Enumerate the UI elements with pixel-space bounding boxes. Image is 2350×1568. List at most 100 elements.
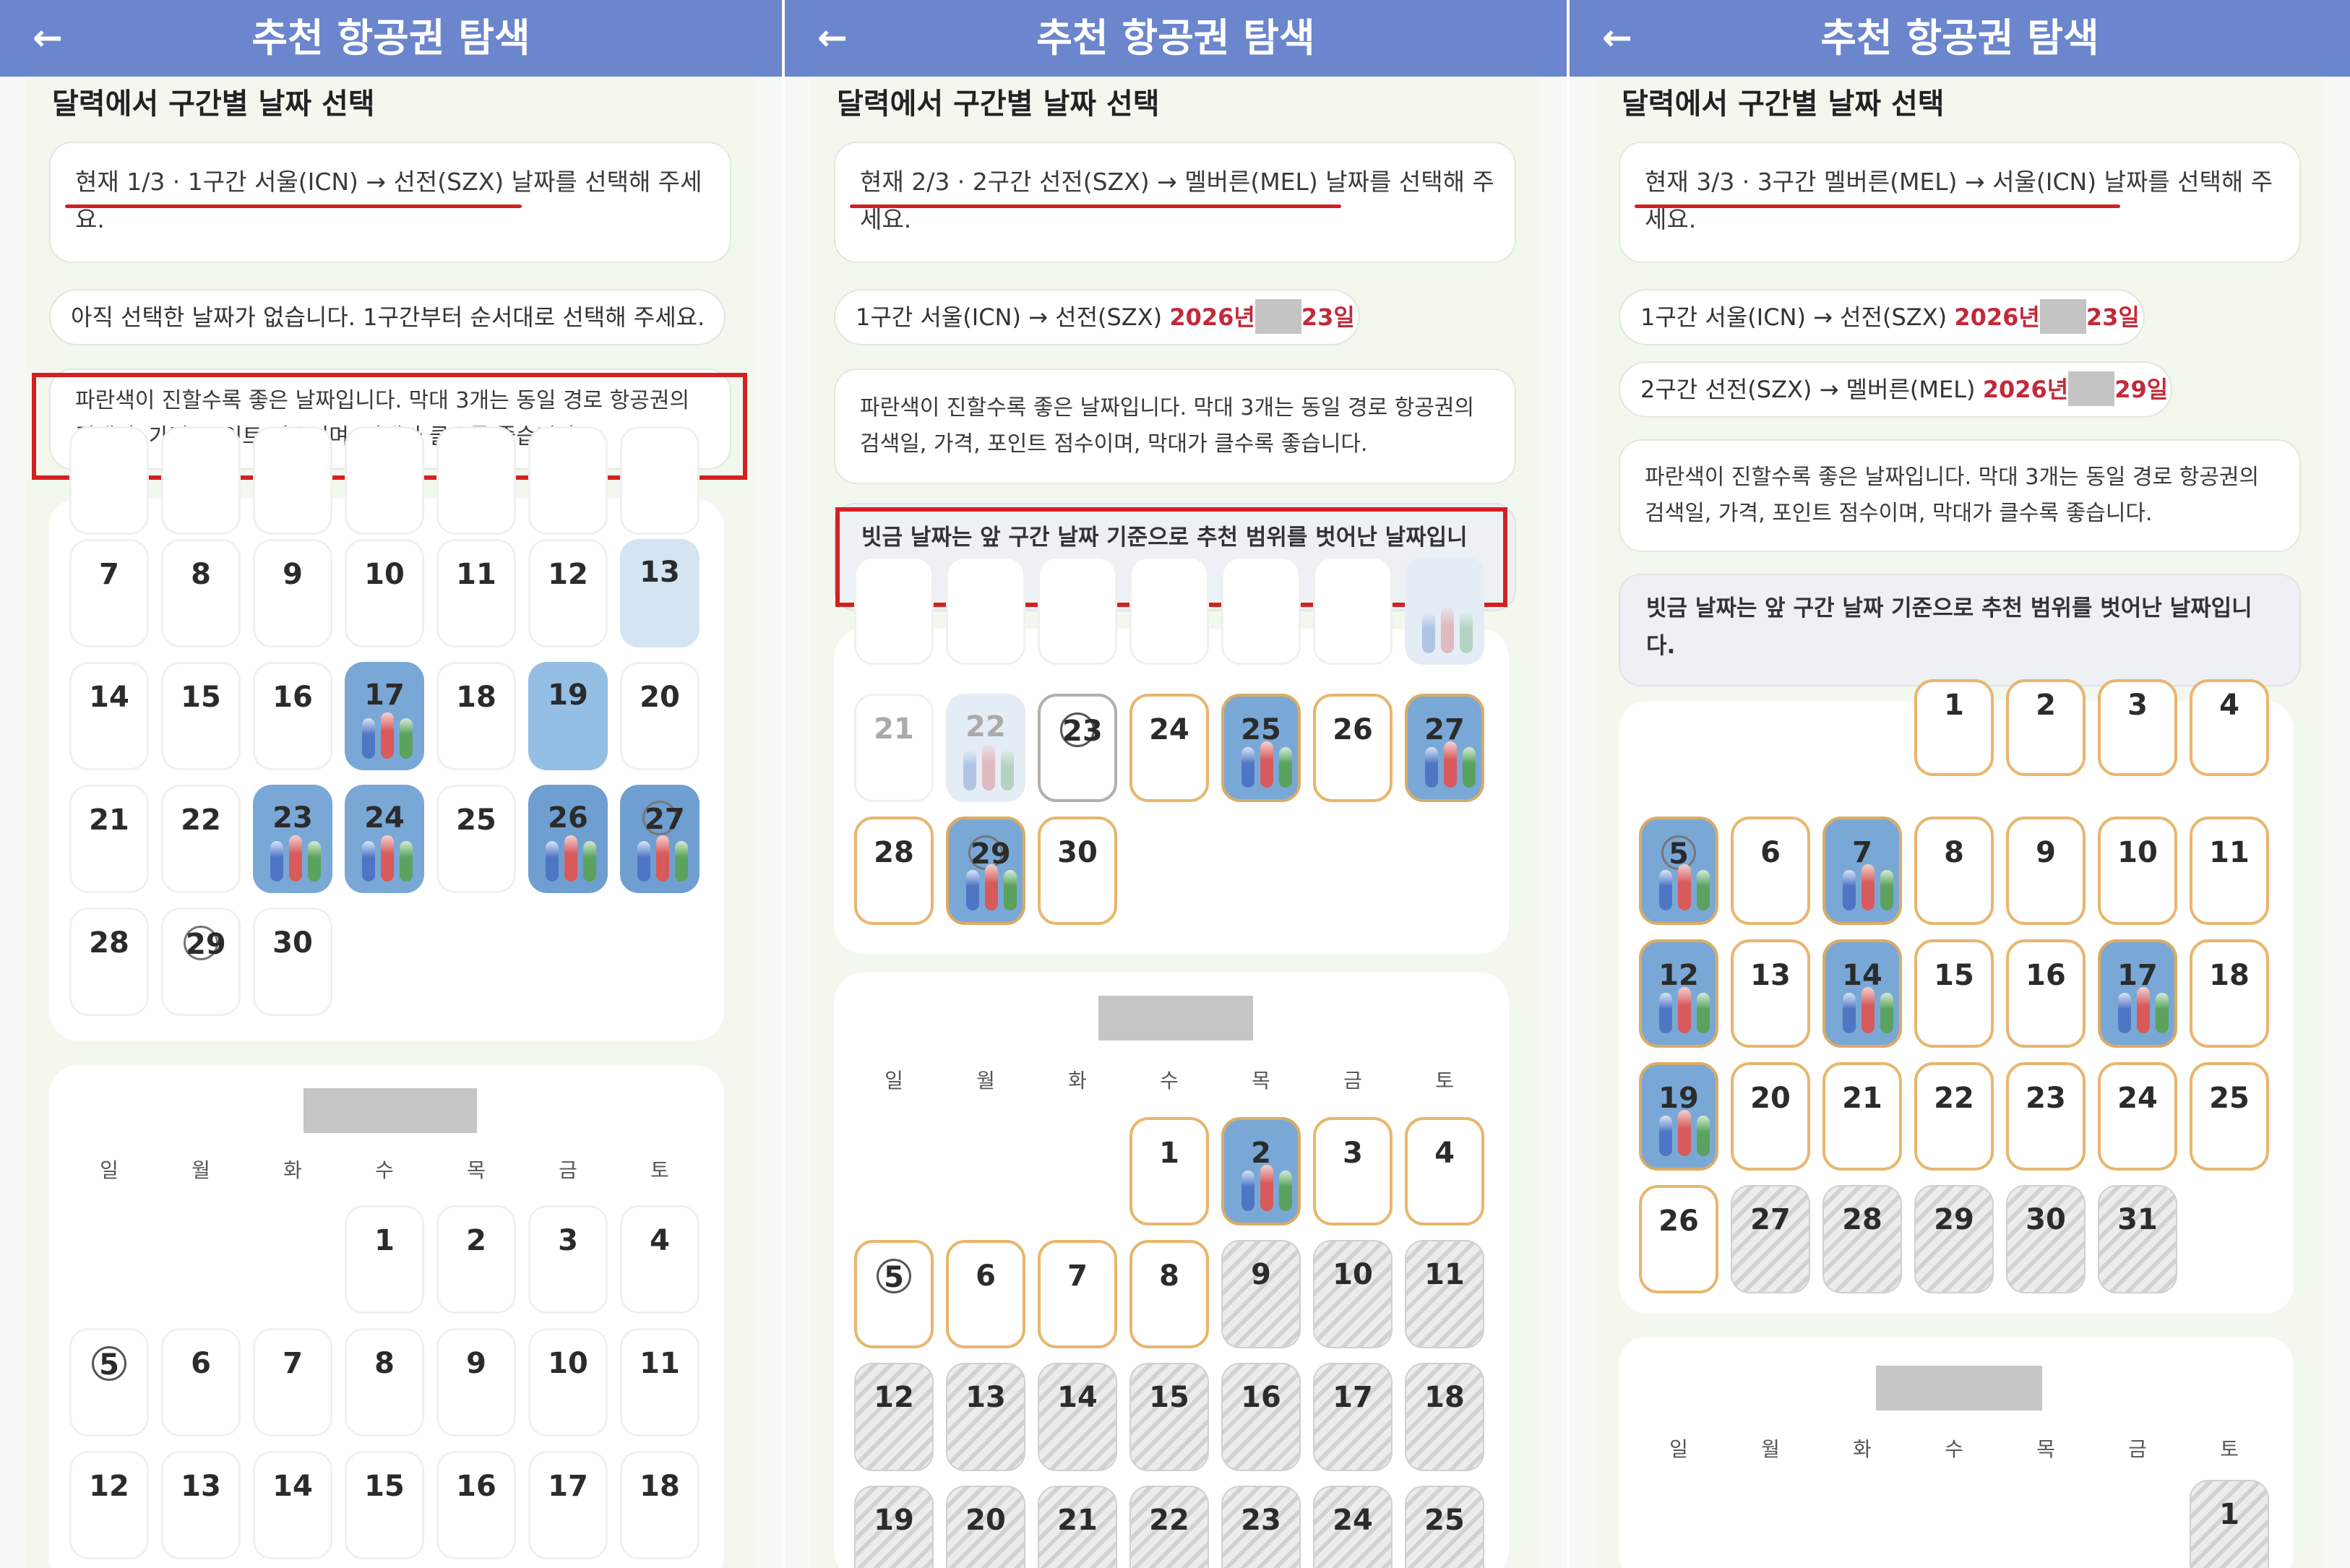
day-cell[interactable]: 27 [1405,694,1484,802]
day-cell[interactable]: 13 [620,539,700,647]
day-cell[interactable]: 26 [528,785,608,893]
day-cell-out-of-range[interactable]: 16 [1221,1363,1301,1471]
day-cell[interactable]: 1 [345,1205,424,1314]
day-cell[interactable]: 21 [1822,1062,1902,1171]
day-cell-out-of-range[interactable]: 31 [2098,1185,2177,1293]
day-cell[interactable]: 6 [946,1240,1025,1348]
day-cell[interactable]: 28 [854,817,934,925]
day-cell[interactable]: 11 [436,539,516,647]
day-cell[interactable]: 1 [1129,1117,1209,1225]
day-cell[interactable]: 10 [528,1328,608,1436]
day-cell-out-of-range[interactable]: 22 [1129,1486,1209,1568]
day-cell[interactable]: 5 [1639,817,1718,925]
day-cell[interactable]: 14 [69,662,149,770]
day-cell[interactable]: 3 [528,1205,608,1314]
day-cell[interactable]: 5 [69,1328,149,1436]
day-cell[interactable]: 9 [253,539,332,647]
day-cell-out-of-range[interactable]: 25 [1405,1486,1484,1568]
day-cell[interactable]: 2 [2006,679,2086,776]
day-cell-out-of-range[interactable]: 28 [1822,1185,1902,1293]
day-cell[interactable]: 15 [161,662,241,770]
day-cell[interactable]: 19 [1639,1062,1718,1171]
day-cell-out-of-range[interactable]: 19 [854,1486,934,1568]
day-cell[interactable]: 17 [345,662,424,770]
day-cell[interactable]: 24 [1129,694,1209,802]
day-cell[interactable]: 22 [946,694,1025,802]
day-cell[interactable]: 10 [345,539,424,647]
day-cell-out-of-range[interactable]: 14 [1038,1363,1117,1471]
day-cell[interactable]: 16 [253,662,332,770]
day-cell[interactable]: 30 [1038,817,1117,925]
day-cell-out-of-range[interactable]: 24 [1313,1486,1393,1568]
day-cell[interactable]: 27 [620,785,700,893]
day-cell[interactable]: 7 [1038,1240,1117,1348]
day-cell[interactable]: 4 [620,1205,700,1314]
day-cell[interactable]: 15 [1914,939,1994,1048]
day-cell[interactable]: 25 [1221,694,1301,802]
day-cell[interactable]: 23 [2006,1062,2086,1171]
day-cell[interactable]: 28 [69,908,149,1016]
selected-leg1-pill[interactable]: 1구간 서울(ICN) → 선전(SZX) 2026년 23일 [834,289,1360,345]
day-cell[interactable]: 15 [345,1451,424,1559]
day-cell[interactable]: 18 [2190,939,2269,1048]
day-cell-out-of-range[interactable]: 1 [2190,1480,2269,1568]
day-cell-out-of-range[interactable]: 20 [946,1486,1025,1568]
day-cell-out-of-range[interactable]: 23 [1221,1486,1301,1568]
day-cell[interactable]: 17 [2098,939,2177,1048]
day-cell[interactable]: 6 [1731,817,1810,925]
day-cell[interactable]: 8 [1129,1240,1209,1348]
day-cell[interactable]: 22 [1914,1062,1994,1171]
day-cell[interactable]: 2 [1221,1117,1301,1225]
day-cell[interactable]: 30 [253,908,332,1016]
day-cell[interactable]: 3 [1313,1117,1393,1225]
day-cell[interactable]: 18 [620,1451,700,1559]
day-cell[interactable]: 16 [2006,939,2086,1048]
day-cell-selected[interactable]: 23 [1038,694,1117,802]
day-cell[interactable]: 29 [946,817,1025,925]
day-cell[interactable]: 18 [436,662,516,770]
day-cell[interactable]: 24 [2098,1062,2177,1171]
day-cell[interactable]: 8 [1914,817,1994,925]
day-cell-out-of-range[interactable]: 13 [946,1363,1025,1471]
day-cell[interactable]: 14 [253,1451,332,1559]
day-cell[interactable]: 8 [161,539,241,647]
day-cell-out-of-range[interactable]: 27 [1731,1185,1810,1293]
day-cell[interactable]: 8 [345,1328,424,1436]
day-cell[interactable]: 14 [1822,939,1902,1048]
day-cell[interactable]: 13 [1731,939,1810,1048]
day-cell[interactable]: 5 [854,1240,934,1348]
day-cell-out-of-range[interactable]: 11 [1405,1240,1484,1348]
day-cell[interactable]: 21 [69,785,149,893]
day-cell-out-of-range[interactable]: 10 [1313,1240,1393,1348]
day-cell[interactable]: 19 [528,662,608,770]
day-cell[interactable]: 25 [2190,1062,2269,1171]
day-cell[interactable]: 20 [620,662,700,770]
day-cell[interactable]: 6 [161,1328,241,1436]
selected-leg1-pill[interactable]: 1구간 서울(ICN) → 선전(SZX) 2026년 23일 [1619,289,2145,345]
day-cell[interactable]: 7 [69,539,149,647]
day-cell[interactable]: 29 [161,908,241,1016]
day-cell-out-of-range[interactable]: 15 [1129,1363,1209,1471]
day-cell[interactable]: 11 [2190,817,2269,925]
day-cell[interactable]: 4 [1405,1117,1484,1225]
day-cell-out-of-range[interactable]: 18 [1405,1363,1484,1471]
day-cell-out-of-range[interactable]: 21 [1038,1486,1117,1568]
day-cell[interactable]: 17 [528,1451,608,1559]
day-cell[interactable]: 9 [436,1328,516,1436]
day-cell-out-of-range[interactable]: 17 [1313,1363,1393,1471]
day-cell[interactable]: 7 [1822,817,1902,925]
day-cell-out-of-range[interactable]: 12 [854,1363,934,1471]
day-cell[interactable]: 7 [253,1328,332,1436]
day-cell[interactable]: 16 [436,1451,516,1559]
day-cell-out-of-range[interactable]: 30 [2006,1185,2086,1293]
day-cell-out-of-range[interactable]: 29 [1914,1185,1994,1293]
day-cell[interactable]: 12 [1639,939,1718,1048]
day-cell[interactable]: 10 [2098,817,2177,925]
day-cell[interactable]: 13 [161,1451,241,1559]
day-cell[interactable]: 1 [1914,679,1994,776]
day-cell[interactable]: 26 [1313,694,1393,802]
day-cell[interactable]: 21 [854,694,934,802]
day-cell[interactable]: 25 [436,785,516,893]
day-cell[interactable]: 20 [1731,1062,1810,1171]
day-cell[interactable]: 11 [620,1328,700,1436]
